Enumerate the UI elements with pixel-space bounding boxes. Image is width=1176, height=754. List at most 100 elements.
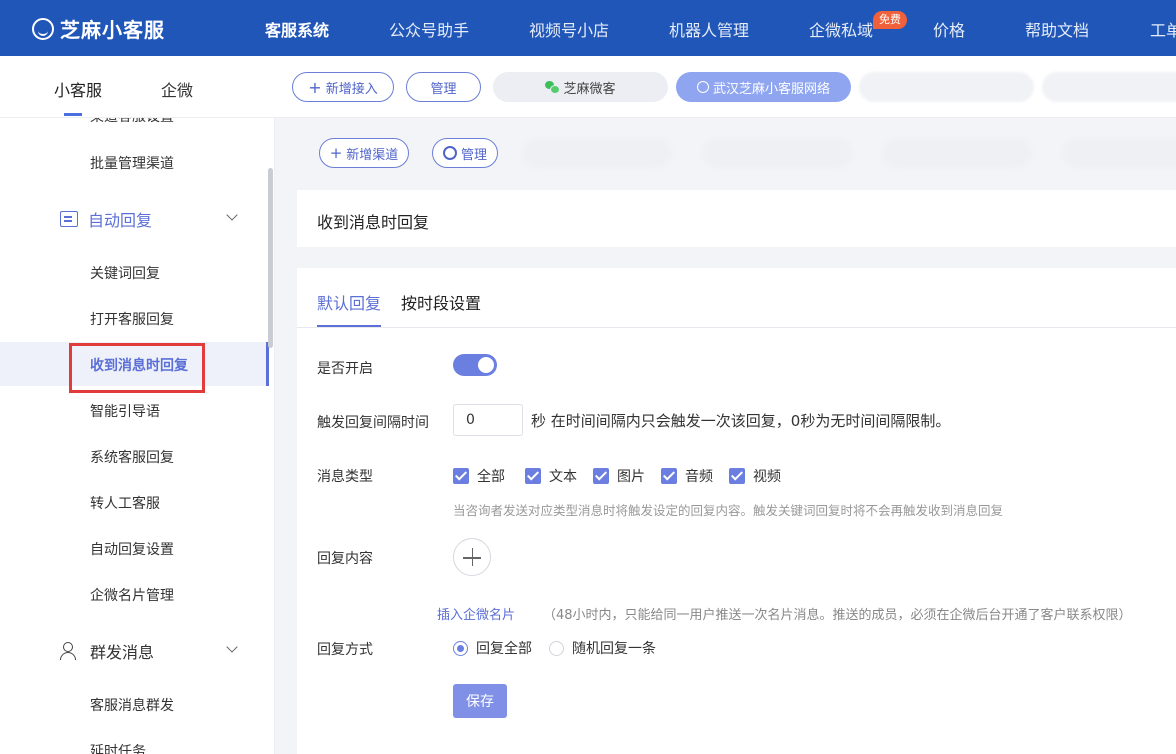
add-channel-label: 新增渠道	[346, 147, 399, 163]
message-type-label: 消息类型	[317, 469, 373, 485]
tab-time-period[interactable]: 按时段设置	[401, 290, 481, 314]
sidebar-group-label: 群发消息	[90, 643, 155, 662]
add-access-label: 新增接入	[325, 81, 378, 97]
chat-icon	[696, 81, 709, 93]
chevron-down-icon[interactable]	[226, 209, 238, 221]
nav-tickets[interactable]: 工单	[1150, 17, 1176, 41]
enable-label: 是否开启	[317, 361, 373, 377]
checkbox-text[interactable]: 文本	[525, 466, 577, 486]
channel-chip-blurred[interactable]	[882, 138, 1032, 168]
insert-card-link[interactable]: 插入企微名片	[437, 604, 515, 623]
chevron-down-icon[interactable]	[226, 641, 238, 653]
plus-icon: +	[308, 77, 322, 97]
nav-pricing[interactable]: 价格	[933, 17, 965, 41]
plus-icon: +	[329, 144, 343, 162]
interval-suffix: 秒 在时间间隔内只会触发一次该回复，0秒为无时间间隔限制。	[531, 412, 951, 430]
active-item-indicator	[266, 342, 269, 386]
checkbox-label: 视频	[753, 469, 781, 485]
channel-chip-blurred[interactable]	[1062, 138, 1176, 168]
radio-unselected-icon	[549, 640, 564, 656]
reply-content-label: 回复内容	[317, 551, 373, 567]
nav-help-docs[interactable]: 帮助文档	[1025, 17, 1089, 41]
checkbox-all[interactable]: 全部	[453, 466, 505, 486]
page-title-card: 收到消息时回复	[297, 190, 1176, 247]
account-active-chip[interactable]: 武汉芝麻小客服网络	[676, 72, 851, 102]
nav-private-domain[interactable]: 企微私域	[809, 17, 873, 41]
message-type-hint: 当咨询者发送对应类型消息时将触发设定的回复内容。触发关键词回复时将不会再触发收到…	[453, 503, 1004, 518]
account-active-label: 武汉芝麻小客服网络	[712, 81, 830, 97]
sidebar-scrollbar[interactable]	[268, 168, 273, 348]
checkbox-checked-icon	[453, 468, 469, 484]
radio-label: 随机回复一条	[572, 641, 656, 657]
free-badge: 免费	[873, 11, 907, 29]
radio-selected-icon	[453, 640, 468, 656]
sidebar: 渠道客服设置 批量管理渠道 自动回复 关键词回复 打开客服回复 收到消息时回复 …	[0, 118, 275, 754]
checkbox-audio[interactable]: 音频	[661, 466, 713, 486]
manage-channel-button[interactable]: 管理	[432, 138, 498, 168]
insert-card-note: （48小时内，只能给同一用户推送一次名片消息。推送的成员，必须在企微后台开通了客…	[543, 608, 1132, 623]
page-title: 收到消息时回复	[317, 213, 430, 232]
nav-customer-service[interactable]: 客服系统	[265, 17, 329, 41]
sidebar-item-smart-guide[interactable]: 智能引导语	[90, 401, 160, 421]
users-icon	[60, 642, 80, 660]
account-chip-blurred[interactable]	[1042, 72, 1176, 102]
checkbox-image[interactable]: 图片	[593, 466, 645, 486]
sidebar-group-auto-reply[interactable]: 自动回复	[60, 207, 152, 231]
checkbox-checked-icon	[593, 468, 609, 484]
checkbox-label: 音频	[685, 469, 713, 485]
nav-robot-management[interactable]: 机器人管理	[669, 17, 749, 41]
account-wechat-chip[interactable]: 芝麻微客	[493, 72, 668, 102]
gear-icon	[442, 146, 457, 160]
tab-qiwei[interactable]: 企微	[161, 77, 193, 101]
wechat-icon	[545, 81, 561, 94]
add-access-button[interactable]: + 新增接入	[292, 72, 394, 102]
checkbox-label: 全部	[477, 469, 505, 485]
channel-chip-blurred[interactable]	[702, 138, 852, 168]
add-channel-button[interactable]: + 新增渠道	[319, 138, 409, 168]
nav-video-shop[interactable]: 视频号小店	[529, 17, 609, 41]
manage-access-button[interactable]: 管理	[406, 72, 481, 102]
enable-toggle[interactable]	[453, 354, 497, 376]
sidebar-item-batch-channels[interactable]: 批量管理渠道	[90, 153, 174, 173]
logo[interactable]: 芝麻小客服	[32, 14, 165, 43]
sidebar-item-mass-send[interactable]: 客服消息群发	[90, 695, 174, 715]
channel-chip-blurred[interactable]	[522, 138, 672, 168]
sidebar-item-card-management[interactable]: 企微名片管理	[90, 585, 174, 605]
interval-input[interactable]	[453, 404, 523, 436]
interval-label: 触发回复间隔时间	[317, 415, 429, 431]
sidebar-item-auto-settings[interactable]: 自动回复设置	[90, 539, 174, 559]
sub-header: 小客服 企微 + 新增接入 管理 芝麻微客 武汉芝麻小客服网络	[0, 56, 1176, 118]
sidebar-item-system-reply[interactable]: 系统客服回复	[90, 447, 174, 467]
nav-official-account[interactable]: 公众号助手	[389, 17, 469, 41]
checkbox-label: 图片	[617, 469, 645, 485]
sidebar-item-keyword-reply[interactable]: 关键词回复	[90, 263, 160, 283]
account-wechat-label: 芝麻微客	[563, 81, 616, 97]
manage-channel-label: 管理	[460, 147, 487, 163]
tab-divider	[297, 327, 1176, 328]
channel-row: + 新增渠道 管理	[297, 128, 1176, 178]
sidebar-item-transfer[interactable]: 转人工客服	[90, 493, 160, 513]
message-icon	[60, 211, 78, 227]
sidebar-item-channel-settings[interactable]: 渠道客服设置	[90, 118, 174, 126]
settings-card: 默认回复 按时段设置 是否开启 触发回复间隔时间 秒 在时间间隔内只会触发一次该…	[297, 268, 1176, 754]
radio-label: 回复全部	[476, 641, 532, 657]
sidebar-group-mass-message[interactable]: 群发消息	[60, 639, 154, 663]
tab-xiaokefu[interactable]: 小客服	[54, 77, 102, 101]
reply-mode-label: 回复方式	[317, 642, 373, 658]
checkbox-video[interactable]: 视频	[729, 466, 781, 486]
checkbox-checked-icon	[661, 468, 677, 484]
sidebar-group-label: 自动回复	[88, 211, 153, 230]
add-content-button[interactable]	[453, 538, 491, 576]
tab-default-reply[interactable]: 默认回复	[317, 290, 381, 314]
account-chip-blurred[interactable]	[859, 72, 1034, 102]
sidebar-item-delay-task[interactable]: 延时任务	[90, 741, 146, 754]
highlight-box	[69, 343, 205, 393]
checkbox-label: 文本	[549, 469, 577, 485]
radio-reply-random[interactable]: 随机回复一条	[549, 638, 656, 658]
save-button[interactable]: 保存	[453, 684, 507, 718]
radio-reply-all[interactable]: 回复全部	[453, 638, 532, 658]
top-nav: 芝麻小客服 客服系统 公众号助手 视频号小店 机器人管理 企微私域 免费 价格 …	[0, 0, 1176, 56]
logo-icon	[32, 17, 54, 40]
sidebar-item-open-reply[interactable]: 打开客服回复	[90, 309, 174, 329]
checkbox-checked-icon	[525, 468, 541, 484]
